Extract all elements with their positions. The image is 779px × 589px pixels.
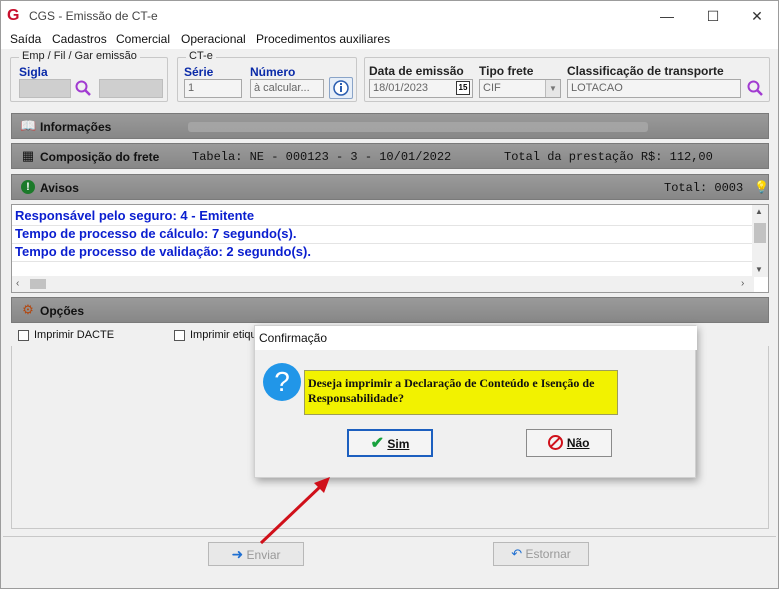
window-title: CGS - Emissão de CT-e (29, 9, 158, 23)
confirmation-dialog: Confirmação ? Deseja imprimir a Declaraç… (254, 325, 697, 478)
menu-comercial[interactable]: Comercial (116, 32, 170, 46)
numero-label: Número (250, 65, 296, 79)
tipo-frete-label: Tipo frete (479, 64, 534, 78)
undo-icon: ↶ (511, 546, 523, 561)
emp-group-legend: Emp / Fil / Gar emissão (19, 50, 140, 62)
sim-label: Sim (387, 437, 410, 451)
data-emissao-label: Data de emissão (369, 64, 464, 78)
nao-label: Não (566, 436, 590, 450)
question-icon: ? (263, 363, 301, 401)
calculator-icon: ▦ (21, 148, 35, 163)
nao-button[interactable]: Não (526, 429, 612, 457)
aviso-line: Responsável pelo seguro: 4 - Emitente (15, 208, 255, 223)
imprimir-dacte-label: Imprimir DACTE (34, 329, 115, 341)
informacoes-title: Informações (40, 120, 112, 134)
title-bar: G CGS - Emissão de CT-e — ☐ ✕ (1, 1, 778, 31)
dropdown-icon[interactable]: ▼ (545, 80, 560, 97)
divider (3, 536, 776, 537)
aviso-line: Tempo de processo de cálculo: 7 segundo(… (15, 226, 297, 241)
dialog-message: Deseja imprimir a Declaração de Conteúdo… (304, 370, 618, 415)
informacoes-section[interactable]: 📖 Informações (11, 113, 769, 139)
serie-label: Série (184, 65, 214, 79)
numero-input[interactable]: à calcular... (250, 79, 324, 98)
menu-cadastros[interactable]: Cadastros (52, 32, 107, 46)
menu-procedimentos[interactable]: Procedimentos auxiliares (256, 32, 390, 46)
tabela-info: Tabela: NE - 000123 - 3 - 10/01/2022 (192, 150, 452, 164)
divider (12, 261, 754, 262)
menu-operacional[interactable]: Operacional (181, 32, 246, 46)
calendar-icon[interactable]: 15 (456, 81, 470, 95)
menu-bar: Saída Cadastros Comercial Operacional Pr… (1, 31, 778, 49)
imprimir-dacte-checkbox[interactable] (18, 330, 29, 341)
scroll-left-icon[interactable]: ‹ (16, 278, 19, 289)
app-logo-icon: G (7, 7, 20, 24)
opcoes-title: Opções (40, 304, 85, 318)
avisos-total: Total: 0003 (664, 181, 744, 195)
cte-group-legend: CT-e (186, 50, 216, 62)
minimize-icon[interactable]: — (651, 5, 683, 27)
classificacao-input[interactable]: LOTACAO (567, 79, 741, 98)
info-icon[interactable] (329, 77, 353, 99)
arrow-right-icon: ➜ (231, 546, 244, 562)
search-icon[interactable] (746, 79, 764, 97)
total-prestacao: Total da prestação R$: 112,00 (504, 150, 713, 164)
horizontal-scrollbar[interactable]: ‹ › (12, 276, 754, 292)
dialog-title: Confirmação (255, 326, 697, 350)
avisos-title: Avisos (40, 181, 79, 195)
books-icon: 📖 (20, 118, 37, 133)
estornar-label: Estornar (525, 547, 571, 561)
enviar-label: Enviar (246, 548, 281, 562)
estornar-button[interactable]: ↶ Estornar (493, 542, 589, 566)
composicao-title: Composição do frete (40, 150, 160, 164)
scroll-thumb[interactable] (754, 223, 766, 243)
serie-input[interactable]: 1 (184, 79, 242, 98)
aviso-line: Tempo de processo de validação: 2 segund… (15, 244, 311, 259)
sigla-input[interactable] (19, 79, 71, 98)
opcoes-section[interactable]: ⚙ Opções (11, 297, 769, 323)
search-icon[interactable] (74, 79, 92, 97)
annotation-arrow (259, 477, 330, 545)
cte-group: CT-e Série 1 Número à calcular... (177, 50, 357, 102)
lightbulb-icon[interactable]: 💡 (754, 180, 769, 194)
options-icon: ⚙ (22, 302, 34, 317)
vertical-scrollbar[interactable]: ▲ ▼ (752, 205, 768, 277)
sim-button[interactable]: ✔ Sim (347, 429, 433, 457)
scroll-thumb[interactable] (30, 279, 46, 289)
header-fields-group: Data de emissão 18/01/2023 15 Tipo frete… (364, 57, 770, 102)
scroll-right-icon[interactable]: › (741, 278, 744, 289)
warning-icon: ! (21, 180, 35, 194)
composicao-section[interactable]: ▦ Composição do frete Tabela: NE - 00012… (11, 143, 769, 169)
main-window: G CGS - Emissão de CT-e — ☐ ✕ Saída Cada… (0, 0, 779, 589)
scroll-down-icon[interactable]: ▼ (755, 265, 763, 274)
avisos-list[interactable]: Responsável pelo seguro: 4 - Emitente Te… (11, 204, 769, 293)
empresa-input[interactable] (99, 79, 163, 98)
close-icon[interactable]: ✕ (741, 5, 773, 27)
sigla-label: Sigla (19, 65, 48, 79)
classificacao-label: Classificação de transporte (567, 64, 724, 78)
imprimir-etiqueta-checkbox[interactable] (174, 330, 185, 341)
check-icon: ✔ (370, 435, 385, 452)
menu-saida[interactable]: Saída (10, 32, 41, 46)
scroll-up-icon[interactable]: ▲ (755, 207, 763, 216)
emp-group: Emp / Fil / Gar emissão Sigla (10, 50, 168, 102)
blurred-company-info (188, 122, 648, 132)
imprimir-etiqueta-label: Imprimir etique (190, 329, 263, 341)
avisos-section[interactable]: ! Avisos Total: 0003 💡 (11, 174, 769, 200)
maximize-icon[interactable]: ☐ (697, 5, 729, 27)
cancel-icon (548, 435, 564, 450)
